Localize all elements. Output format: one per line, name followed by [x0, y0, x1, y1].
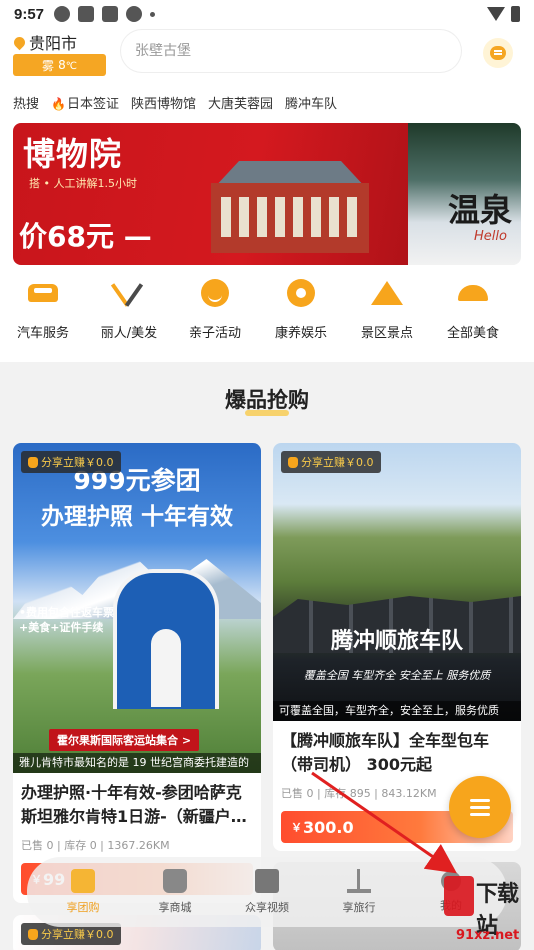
- message-button[interactable]: [483, 38, 513, 68]
- banner-subtitle: 搭 • 人工讲解1.5小时: [29, 177, 137, 190]
- video-icon: [255, 869, 279, 893]
- category-scenic[interactable]: 景区景点: [344, 278, 430, 350]
- border-gate-image: [113, 569, 219, 709]
- nav-label: 享旅行: [342, 901, 376, 914]
- city-name: 贵阳市: [29, 34, 78, 53]
- battery-icon: [511, 6, 520, 22]
- category-label: 康养娱乐: [274, 326, 327, 341]
- search-input[interactable]: [135, 43, 435, 59]
- banner-price: 价68元 —: [19, 220, 152, 253]
- music-icon: [284, 278, 318, 308]
- watermark-logo: [444, 876, 474, 916]
- watermark-url: 91xz.net: [456, 928, 520, 943]
- nav-label: 享商城: [158, 901, 192, 914]
- image-caption: 可覆盖全国，车型齐全，安全至上，服务优质: [273, 701, 521, 721]
- product-price: 300.0: [303, 817, 354, 837]
- app-notification-icon: [126, 6, 143, 22]
- app-notification-icon: [102, 6, 119, 22]
- product-title: 【腾冲顺旅车队】全车型包车（带司机） 300元起: [281, 731, 490, 774]
- food-icon: [456, 278, 490, 308]
- category-label: 丽人/美发: [100, 326, 158, 341]
- app-notification-icon: [54, 6, 71, 22]
- group-buy-icon: [71, 869, 95, 893]
- fire-icon: 🔥: [51, 96, 66, 111]
- money-bag-icon: [28, 928, 38, 940]
- money-bag-icon: [288, 456, 298, 468]
- search-bar[interactable]: [121, 30, 461, 72]
- share-earn-badge[interactable]: 分享立赚￥0.0: [281, 451, 381, 473]
- app-notification-icon: [78, 6, 95, 22]
- money-bag-icon: [28, 456, 38, 468]
- share-earn-badge[interactable]: 分享立赚￥0.0: [21, 451, 121, 473]
- bottom-navigation: 享团购 享商城 众享视频 享旅行 我的: [27, 857, 507, 927]
- nav-label: 享团购: [66, 901, 100, 914]
- image-caption: 雅儿肯特市最知名的是 19 世纪宫商委托建造的: [13, 753, 261, 773]
- scenic-icon: [370, 278, 404, 308]
- nav-travel[interactable]: 享旅行: [314, 869, 404, 915]
- hot-search-row: 热搜 🔥日本签证 陕西博物馆 大唐芙蓉园 腾冲车队: [13, 92, 337, 112]
- product-card[interactable]: 999元参团 办理护照 十年有效 •费用包含往返车票 +美食+证件手续 霍尔果斯…: [13, 443, 261, 903]
- hot-search-item[interactable]: 🔥日本签证: [51, 93, 119, 112]
- banner-slide-hotspring[interactable]: 温泉 Hello: [408, 123, 521, 265]
- banner-title: 博物院: [23, 135, 123, 173]
- category-kids[interactable]: 亲子活动: [172, 278, 258, 350]
- menu-icon: [470, 798, 490, 816]
- banner-slide-museum[interactable]: 博物院 搭 • 人工讲解1.5小时 价68元 —: [13, 123, 408, 265]
- promo-banner-carousel[interactable]: 博物院 搭 • 人工讲解1.5小时 价68元 — 温泉 Hello: [13, 123, 521, 265]
- hot-search-item[interactable]: 腾冲车队: [285, 93, 337, 112]
- nav-group-buy[interactable]: 享团购: [38, 869, 128, 915]
- category-label: 全部美食: [446, 326, 499, 341]
- product-image: 腾冲顺旅车队 覆盖全国 车型齐全 安全至上 服务优质 可覆盖全国，车型齐全，安全…: [273, 443, 521, 721]
- nav-shop[interactable]: 享商城: [130, 869, 220, 915]
- status-time: 9:57: [14, 5, 45, 23]
- category-food[interactable]: 全部美食: [430, 278, 516, 350]
- category-beauty[interactable]: 丽人/美发: [86, 278, 172, 350]
- category-wellness[interactable]: 康养娱乐: [258, 278, 344, 350]
- category-label: 亲子活动: [188, 326, 241, 341]
- wifi-icon: [487, 7, 505, 21]
- travel-icon: [347, 869, 371, 893]
- poster-headline: 腾冲顺旅车队: [330, 629, 463, 654]
- kid-icon: [198, 278, 232, 308]
- product-image: 999元参团 办理护照 十年有效 •费用包含往返车票 +美食+证件手续 霍尔果斯…: [13, 443, 261, 773]
- shop-bag-icon: [163, 869, 187, 893]
- weather-condition: 雾: [42, 58, 55, 73]
- poster-subline: 覆盖全国 车型齐全 安全至上 服务优质: [303, 669, 491, 682]
- banner-side-title: 温泉: [448, 191, 513, 229]
- location-pin-icon: [11, 34, 28, 50]
- nav-video[interactable]: 众享视频: [222, 869, 312, 915]
- banner-side-subtitle: Hello: [474, 229, 507, 244]
- car-icon: [26, 278, 60, 308]
- chat-bubble-icon: [490, 46, 506, 60]
- poster-headline: 办理护照 十年有效: [40, 504, 233, 530]
- beauty-icon: [112, 278, 146, 308]
- category-label: 景区景点: [360, 326, 413, 341]
- poster-bullets: •费用包含往返车票 +美食+证件手续: [19, 606, 115, 634]
- museum-building-image: [205, 161, 375, 253]
- category-car-service[interactable]: 汽车服务: [0, 278, 86, 350]
- floating-menu-button[interactable]: [449, 776, 511, 838]
- meeting-point-ribbon: 霍尔果斯国际客运站集合 >: [49, 729, 200, 751]
- nav-label: 众享视频: [245, 901, 289, 914]
- weather-temp: 8℃: [58, 58, 77, 72]
- product-title: 办理护照·十年有效-参团哈萨克斯坦雅尔肯特1日游-（新疆户…: [21, 783, 247, 826]
- category-label: 汽车服务: [16, 326, 69, 341]
- hot-search-label: 热搜: [13, 96, 40, 112]
- category-grid: 汽车服务 丽人/美发 亲子活动 康养娱乐 景区景点 全部美食: [0, 278, 534, 350]
- status-bar: 9:57: [0, 0, 534, 28]
- weather-badge: 雾 8℃: [13, 54, 106, 76]
- product-meta: 已售 0 | 库存 0 | 1367.26KM: [21, 839, 170, 852]
- more-notifications-icon: [150, 11, 156, 17]
- top-header: 贵阳市 雾 8℃: [0, 28, 534, 84]
- city-selector[interactable]: 贵阳市: [11, 30, 78, 54]
- hot-search-item[interactable]: 大唐芙蓉园: [208, 93, 273, 112]
- status-right: [487, 6, 520, 22]
- section-title: 爆品抢购: [225, 388, 309, 412]
- site-watermark: 下载站 91xz.net: [442, 868, 534, 950]
- hot-search-item[interactable]: 陕西博物馆: [131, 93, 196, 112]
